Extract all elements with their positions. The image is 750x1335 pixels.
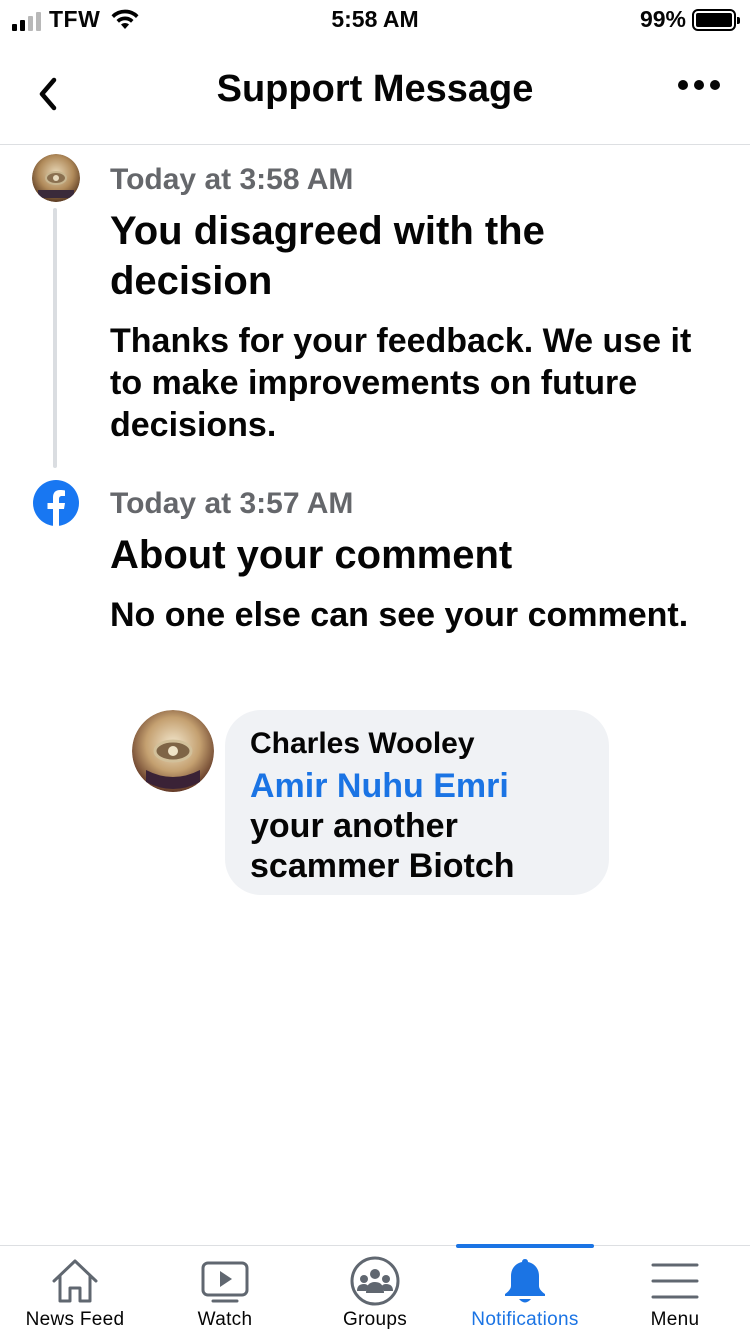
comment-author-avatar[interactable]	[132, 710, 214, 792]
entry-timestamp: Today at 3:57 AM	[110, 487, 354, 520]
tab-watch[interactable]: Watch	[150, 1246, 300, 1335]
tab-news-feed[interactable]: News Feed	[0, 1246, 150, 1335]
entry-title: About your comment	[110, 533, 513, 577]
more-horizontal-icon	[678, 80, 688, 90]
comment-text: Amir Nuhu Emri your another scammer Biot…	[250, 766, 585, 886]
tab-label: News Feed	[25, 1309, 125, 1330]
bottom-tab-bar: News Feed Watch Groups Notifications Men…	[0, 1244, 750, 1335]
home-icon	[52, 1259, 98, 1303]
bell-icon	[505, 1259, 545, 1303]
tab-notifications[interactable]: Notifications	[450, 1246, 600, 1335]
tab-label: Watch	[197, 1309, 253, 1330]
comment-author-name[interactable]: Charles Wooley	[250, 726, 585, 762]
entry-body: No one else can see your comment.	[110, 596, 689, 634]
timeline-connector	[53, 208, 57, 468]
battery-percent: 99%	[639, 6, 686, 32]
tab-label: Notifications	[471, 1309, 579, 1330]
hamburger-menu-icon	[651, 1263, 699, 1299]
tab-menu[interactable]: Menu	[600, 1246, 750, 1335]
timeline-entry: Today at 3:57 AM About your comment No o…	[110, 486, 710, 636]
mention-link[interactable]: Amir Nuhu Emri	[250, 767, 509, 805]
entry-title: You disagreed with the decision	[110, 209, 545, 303]
comment-body: your another scammer Biotch	[250, 807, 515, 885]
tab-label: Groups	[342, 1309, 408, 1330]
status-time: 5:58 AM	[331, 6, 419, 32]
video-play-icon	[201, 1261, 249, 1303]
tab-groups[interactable]: Groups	[300, 1246, 450, 1335]
status-right: 99%	[639, 6, 740, 33]
page-title: Support Message	[216, 68, 534, 110]
comment-bubble[interactable]: Charles Wooley Amir Nuhu Emri your anoth…	[225, 710, 609, 895]
facebook-logo-icon	[33, 480, 79, 526]
tab-label: Menu	[650, 1309, 700, 1330]
battery-icon	[692, 8, 740, 31]
more-options-button[interactable]	[678, 80, 720, 90]
groups-icon	[350, 1256, 400, 1306]
avatar[interactable]	[32, 154, 80, 202]
entry-body: Thanks for your feedback. We use it to m…	[110, 322, 692, 444]
entry-timestamp: Today at 3:58 AM	[110, 163, 354, 196]
nav-header: Support Message	[0, 44, 750, 145]
timeline-entry: Today at 3:58 AM You disagreed with the …	[110, 162, 710, 446]
status-bar: TFW 5:58 AM 99%	[0, 0, 750, 40]
